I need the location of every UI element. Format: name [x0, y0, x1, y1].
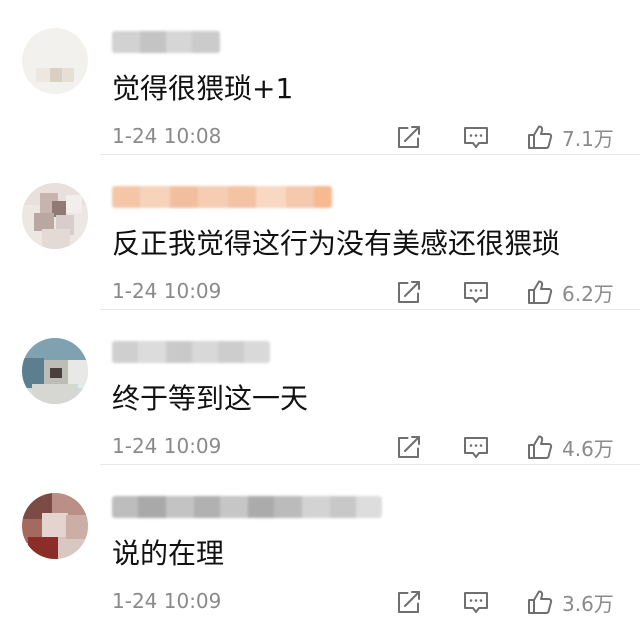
repost-icon	[398, 281, 420, 303]
avatar[interactable]	[22, 338, 88, 404]
thumbs-up-icon	[528, 125, 553, 149]
like-count: 7.1万	[562, 126, 614, 151]
comment-icon	[464, 127, 488, 148]
comment-icon	[464, 592, 488, 613]
avatar[interactable]	[22, 493, 88, 559]
avatar[interactable]	[22, 183, 88, 249]
thumbs-up-icon	[528, 590, 553, 614]
like-count: 3.6万	[562, 591, 614, 616]
comment-text: 反正我觉得这行为没有美感还很猥琐	[112, 227, 561, 260]
repost-icon	[398, 591, 420, 613]
like-button[interactable]: 3.6万	[526, 587, 614, 617]
repost-icon	[398, 126, 420, 148]
comment-item[interactable]: 觉得很猥琐+1 1-24 10:08 7.1万	[0, 0, 640, 155]
comment-icon	[464, 437, 488, 458]
comment-time: 1-24 10:09	[112, 279, 222, 303]
comment-footer: 1-24 10:09 3.6万	[112, 587, 622, 617]
comment-text: 觉得很猥琐+1	[112, 72, 294, 105]
comment-time: 1-24 10:09	[112, 434, 222, 458]
comment-item[interactable]: 说的在理 1-24 10:09 3.6万	[0, 465, 640, 620]
like-count: 6.2万	[562, 281, 614, 306]
comment-footer: 1-24 10:09 6.2万	[112, 277, 622, 307]
comment-footer: 1-24 10:08 7.1万	[112, 122, 622, 152]
comment-item[interactable]: 反正我觉得这行为没有美感还很猥琐 1-24 10:09 6.2万	[0, 155, 640, 310]
username-blurred[interactable]	[112, 31, 220, 53]
like-button[interactable]: 6.2万	[526, 277, 614, 307]
thumbs-up-icon	[528, 435, 553, 459]
username-blurred[interactable]	[112, 341, 270, 363]
comment-time: 1-24 10:08	[112, 124, 222, 148]
repost-icon	[398, 436, 420, 458]
repost-button[interactable]	[395, 432, 423, 462]
thumbs-up-icon	[528, 280, 553, 304]
repost-button[interactable]	[395, 122, 423, 152]
reply-button[interactable]	[462, 122, 490, 152]
avatar[interactable]	[22, 28, 88, 94]
username-blurred[interactable]	[112, 186, 332, 208]
reply-button[interactable]	[462, 587, 490, 617]
comment-item[interactable]: 终于等到这一天 1-24 10:09 4.6万	[0, 310, 640, 465]
repost-button[interactable]	[395, 277, 423, 307]
username-blurred[interactable]	[112, 496, 382, 518]
comment-footer: 1-24 10:09 4.6万	[112, 432, 622, 462]
comment-icon	[464, 282, 488, 303]
comment-text: 说的在理	[112, 537, 225, 570]
reply-button[interactable]	[462, 277, 490, 307]
like-button[interactable]: 7.1万	[526, 122, 614, 152]
like-count: 4.6万	[562, 436, 614, 461]
repost-button[interactable]	[395, 587, 423, 617]
comment-text: 终于等到这一天	[112, 382, 309, 415]
comment-time: 1-24 10:09	[112, 589, 222, 613]
reply-button[interactable]	[462, 432, 490, 462]
like-button[interactable]: 4.6万	[526, 432, 614, 462]
